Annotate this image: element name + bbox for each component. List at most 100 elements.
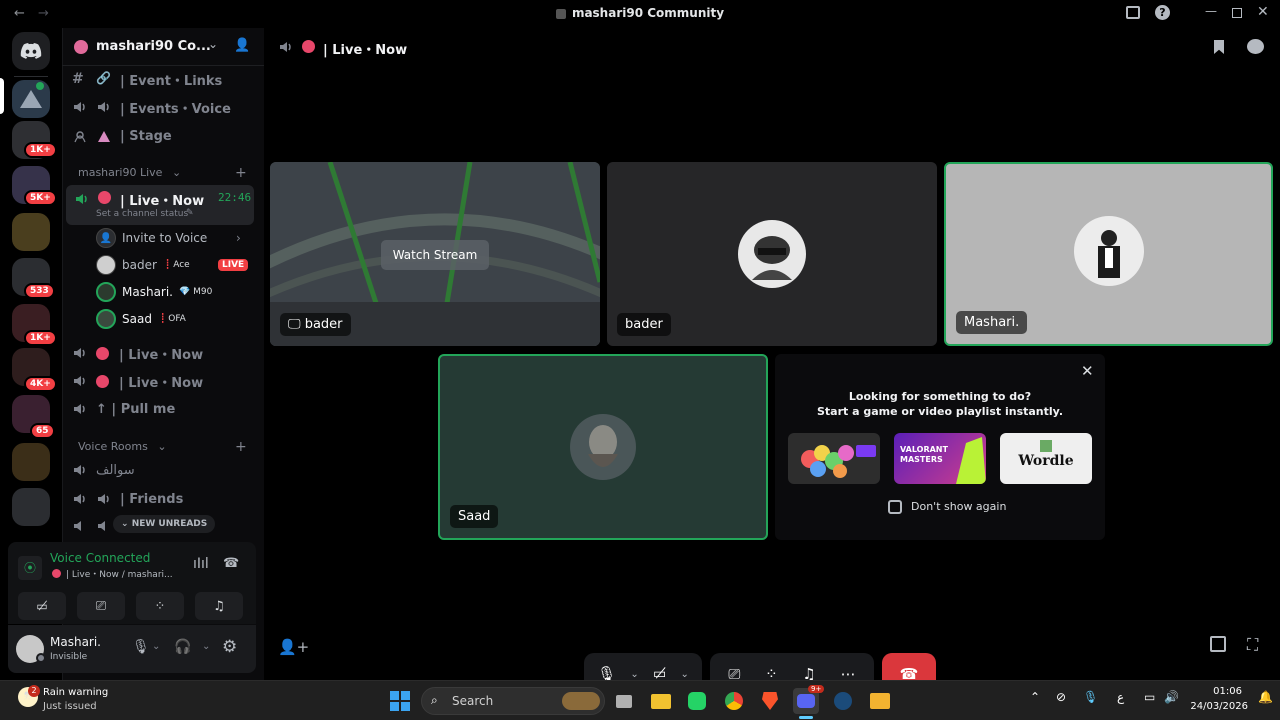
clock-time[interactable]: 01:06 [1192,686,1242,697]
fullscreen-icon[interactable]: ⛶ [1247,635,1258,655]
channel-status[interactable]: Set a channel status [96,209,188,219]
user-panel: Mashari. Invisible 🎙 ⌄ 🎧 ⌄ ⚙ [8,625,256,673]
category-live[interactable]: mashari90 Live ⌄ [78,166,181,182]
channel-stage[interactable]: | Stage [72,123,256,149]
windows-start-icon[interactable] [390,691,410,711]
chevron-down-icon[interactable]: ⌄ [630,669,638,680]
speaker-icon [72,491,88,507]
channel-event-links[interactable]: # 🔗 | Event・Links [72,66,256,92]
tile-name-badge: 🖵 bader [280,313,351,336]
server-icon-9[interactable] [12,488,50,526]
channel-friends[interactable]: | Friends [72,486,256,512]
new-unreads-button[interactable]: ⌄ NEW UNREADS [113,515,216,533]
headphones-icon[interactable]: 🎧 [174,639,191,655]
channel-label: ↑ | Pull me [96,401,176,417]
signal-icon[interactable]: ⦿ [18,556,42,580]
volume-icon[interactable]: 🔊 [1164,690,1179,704]
participant-tile-saad[interactable]: Saad [438,354,768,540]
activity-tile-valorant[interactable]: VALORANT MASTERS [894,433,986,484]
clock-date[interactable]: 24/03/2026 [1186,701,1248,712]
speaker-icon [96,518,112,534]
channel-live-now-2[interactable]: | Live・Now [72,340,256,366]
discord-home-icon[interactable] [12,32,50,70]
camera-off-button[interactable]: ▭̸ [18,592,66,620]
brave-icon[interactable] [757,688,783,714]
soundboard-button[interactable]: ♫ [195,592,243,620]
file-explorer-icon[interactable] [648,688,674,714]
disconnect-icon[interactable]: ☎ [223,556,239,571]
member-saad[interactable]: Saad ┋ OFA [96,307,186,331]
title-bar: ← → mashari90 Community ? — ✕ [0,0,1280,28]
server-folder-3[interactable] [12,213,50,251]
noise-suppression-icon[interactable]: ıIıl [193,556,209,572]
stream-tile-bader[interactable]: Watch Stream 🖵 bader [270,162,600,346]
guild-header[interactable]: mashari90 Co... ⌄ 👤 [62,28,264,66]
microphone-icon[interactable]: 🎙 [132,639,150,655]
microphone-tray-icon[interactable]: 🎙 [1083,690,1098,704]
activities-button[interactable]: ⁘ [136,592,184,620]
network-off-icon[interactable]: ⊘ [1056,690,1066,704]
whatsapp-icon[interactable] [684,688,710,714]
chat-bubble-icon[interactable] [1247,39,1264,54]
app-folder-icon[interactable] [867,688,893,714]
language-indicator[interactable]: ع [1117,690,1124,704]
help-icon[interactable]: ? [1155,5,1170,20]
server-mashari90[interactable] [12,80,50,118]
category-voice-rooms[interactable]: Voice Rooms ⌄ [78,440,167,456]
speaker-icon [74,191,90,207]
add-participant-icon[interactable]: 👤+ [278,638,309,656]
network-icon[interactable]: ▭ [1144,690,1155,704]
server-folder-8[interactable] [12,443,50,481]
watch-stream-button[interactable]: Watch Stream [381,240,489,270]
member-tag-text: M90 [193,287,213,297]
pop-out-icon[interactable] [1210,636,1226,652]
channel-live-now-3[interactable]: | Live・Now [72,368,256,394]
taskbar-search[interactable]: ⌕ Search [421,687,605,715]
activity-tile-wordle[interactable]: Wordle [1000,433,1092,484]
steam-icon[interactable] [830,688,856,714]
chrome-icon[interactable] [721,688,747,714]
close-window-icon[interactable]: ✕ [1257,4,1269,20]
notifications-bell-icon[interactable]: 🔔 [1258,690,1273,704]
chevron-down-icon[interactable]: ⌄ [202,641,210,652]
maximize-icon[interactable] [1232,8,1242,18]
camera-off-icon: ▭̸ [36,599,48,613]
chevron-down-icon[interactable]: ⌄ [208,37,218,51]
pencil-icon[interactable]: ✎ [186,208,194,218]
inbox-icon[interactable] [1126,6,1140,19]
channel-events-voice[interactable]: | Events・Voice [72,94,256,120]
member-name: Saad [122,312,152,326]
task-view-icon[interactable] [611,688,637,714]
chevron-down-icon[interactable]: ⌄ [680,669,688,680]
unread-badge: 4K+ [24,376,57,392]
settings-gear-icon[interactable]: ⚙ [222,637,237,657]
live-dot-icon [52,569,61,578]
chevron-down-icon: ⌄ [157,440,167,453]
voice-status-subtitle[interactable]: | Live・Now / mashari... [66,567,173,580]
channel-pull-me[interactable]: ↑ | Pull me [72,396,256,422]
channel-sawalef[interactable]: سوالف [72,457,256,483]
minimize-icon[interactable]: — [1205,4,1217,18]
add-channel-icon[interactable]: + [235,165,247,181]
channel-live-now-active[interactable]: | Live・Now 22:46 Set a channel status ✎ [66,185,254,225]
add-channel-icon[interactable]: + [235,439,247,455]
tray-chevron-up-icon[interactable]: ⌃ [1030,690,1040,704]
discord-badge: 9+ [808,685,825,693]
member-bader[interactable]: bader ┋ Ace LIVE [96,253,249,277]
tag-icon: ┋ [164,260,171,270]
close-icon[interactable]: ✕ [1081,362,1094,380]
add-member-icon[interactable]: 👤 [234,38,250,53]
participant-tile-mashari[interactable]: Mashari. [944,162,1273,346]
participant-tile-bader[interactable]: bader [607,162,937,346]
screen-share-button[interactable]: ⎚ [77,592,125,620]
invite-to-voice[interactable]: 👤 Invite to Voice › [96,226,241,250]
tile-name: bader [625,317,663,332]
chevron-down-icon[interactable]: ⌄ [152,641,160,652]
dont-show-checkbox[interactable] [888,500,902,514]
member-mashari[interactable]: Mashari. 💎 M90 [96,280,212,304]
speaker-icon [72,401,88,417]
activity-tile-bobble[interactable] [788,433,880,484]
voice-connected-panel: ⦿ Voice Connected | Live・Now / mashari..… [8,542,256,624]
bookmark-icon[interactable] [1214,40,1224,54]
avatar [96,282,116,302]
